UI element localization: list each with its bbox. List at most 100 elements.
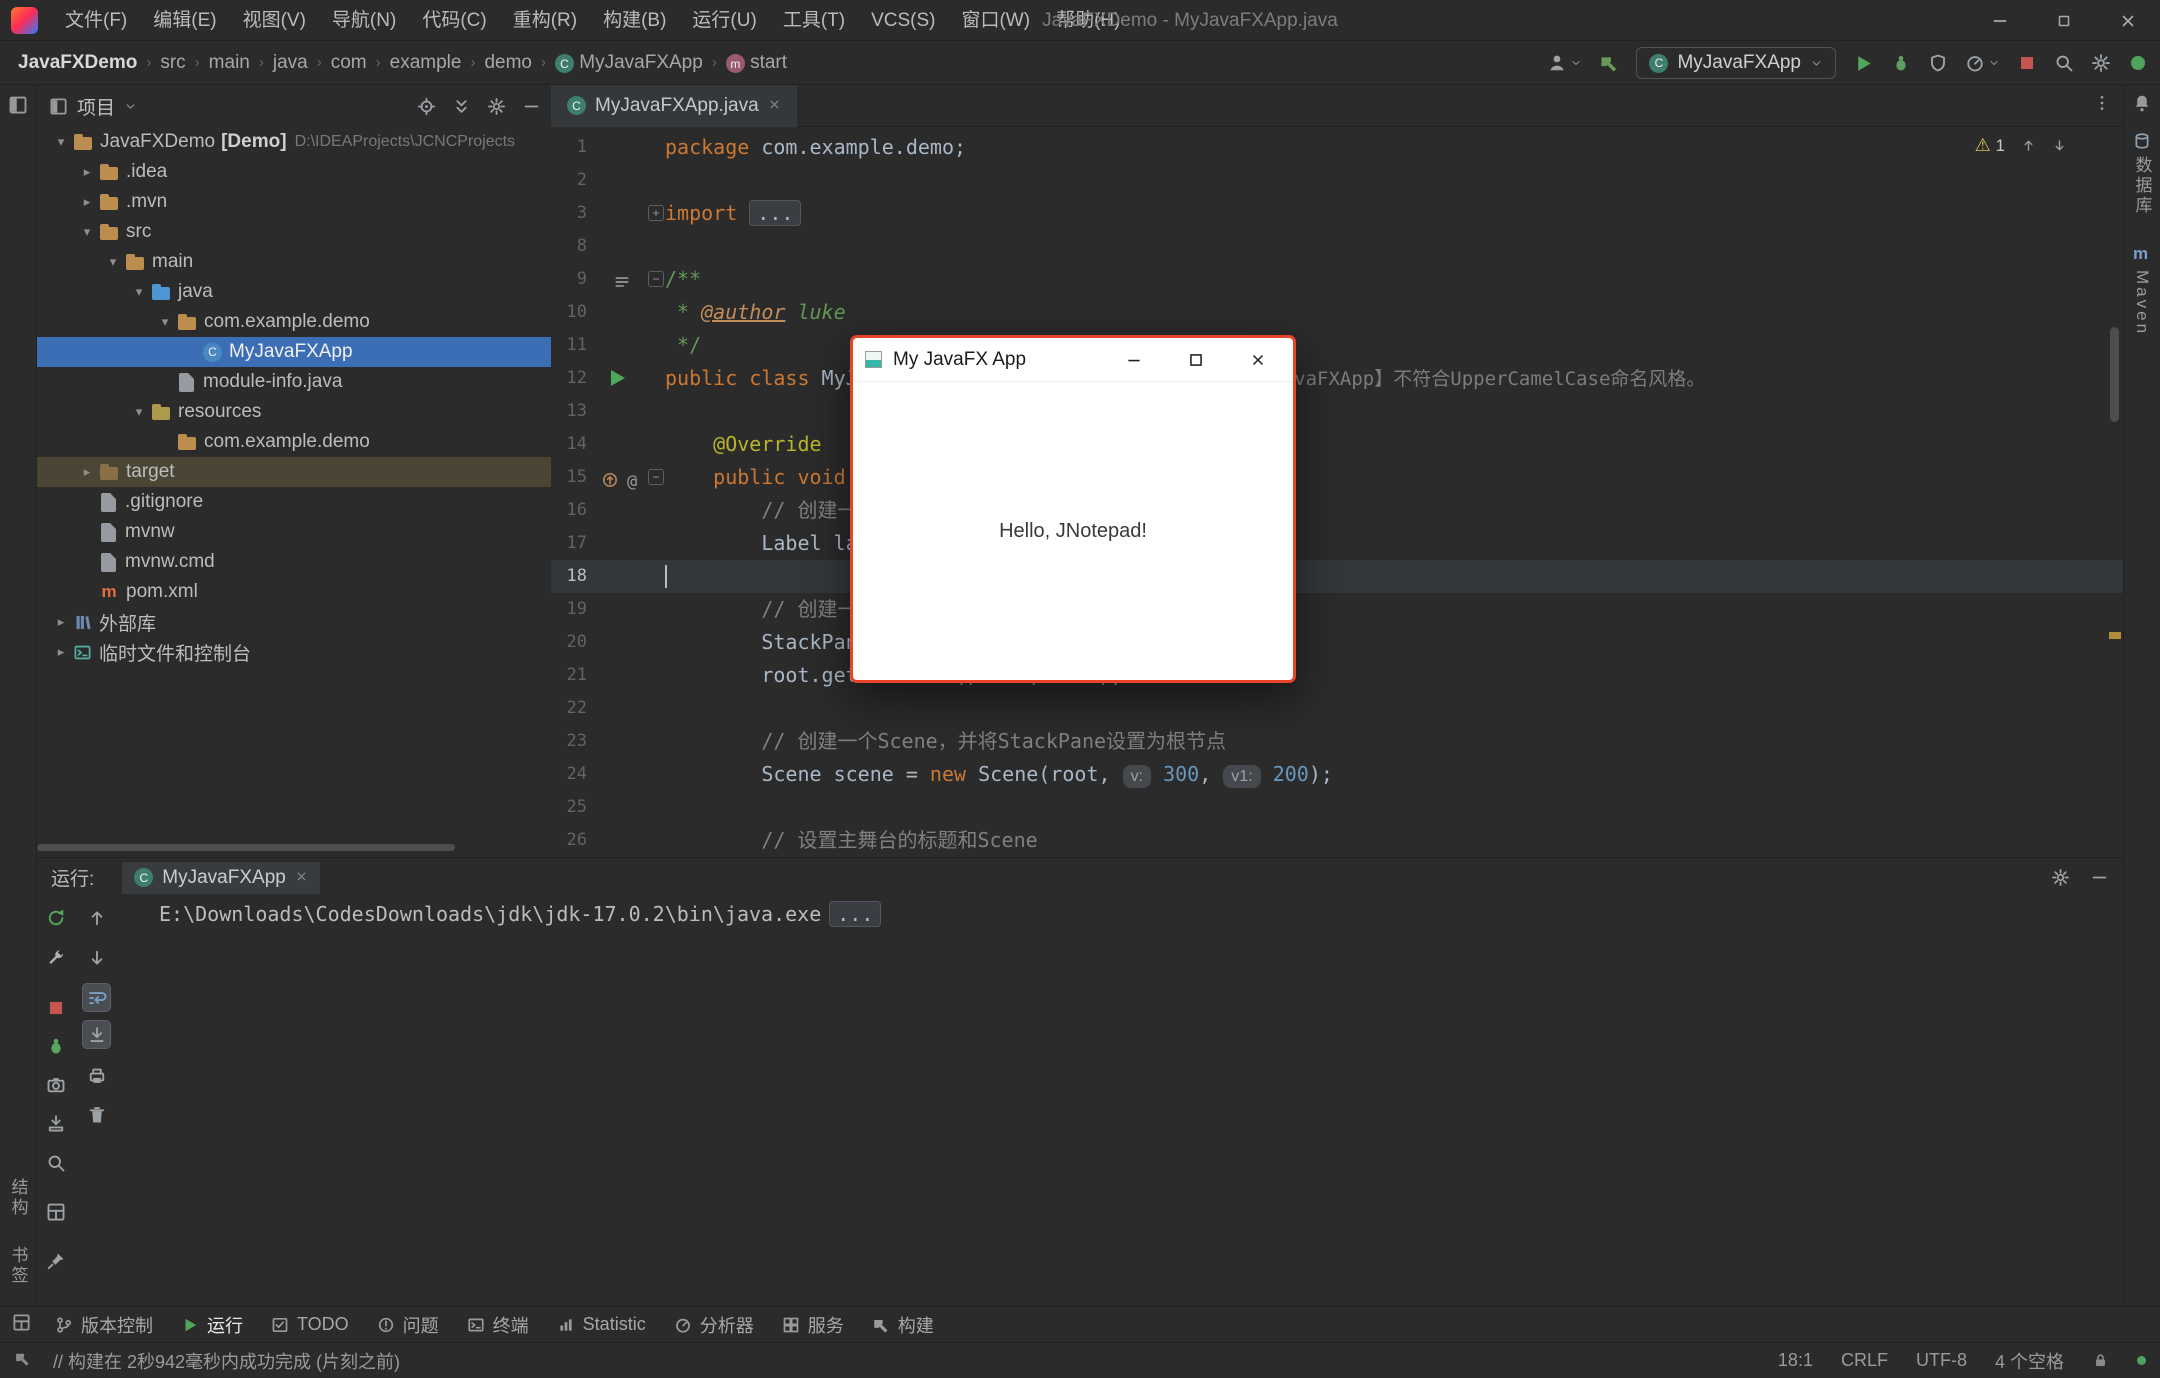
print-button[interactable] (83, 1062, 110, 1089)
next-occurrence-button[interactable] (83, 944, 110, 971)
tree-chevron-icon[interactable]: ▸ (49, 614, 73, 630)
tree-chevron-icon[interactable]: ▾ (101, 254, 125, 270)
tree-item-myjavafxapp[interactable]: CMyJavaFXApp (37, 337, 551, 367)
tree-chevron-icon[interactable]: ▾ (153, 314, 177, 330)
javafx-title-bar[interactable]: My JavaFX App (853, 338, 1293, 382)
structure-stripe-button[interactable]: 结构 (6, 1178, 31, 1218)
edit-run-configuration-button[interactable] (42, 944, 69, 971)
scroll-to-end-button[interactable] (83, 1021, 110, 1048)
inspections-widget[interactable]: ⚠ 1 (1975, 135, 2067, 156)
breadcrumb-item[interactable]: java (273, 52, 308, 74)
tree-item-target[interactable]: ▸target (37, 457, 551, 487)
debug-button[interactable] (1891, 53, 1911, 73)
tree-chevron-icon[interactable]: ▸ (75, 164, 99, 180)
tree-item-mvnw-cmd[interactable]: mvnw.cmd (37, 547, 551, 577)
run-config-dropdown-icon[interactable] (1810, 57, 1823, 70)
fold-marker[interactable]: − (648, 469, 664, 485)
restore-layout-button[interactable] (42, 1198, 69, 1225)
tool-window-button--[interactable]: 终端 (453, 1307, 543, 1343)
tree-item-pom-xml[interactable]: mpom.xml (37, 577, 551, 607)
user-dropdown-icon[interactable] (1570, 57, 1582, 69)
tree-item-com-example-demo[interactable]: ▾com.example.demo (37, 307, 551, 337)
notifications-button[interactable] (2132, 93, 2152, 113)
build-project-button[interactable] (1599, 53, 1619, 73)
tree-item-main[interactable]: ▾main (37, 247, 551, 277)
breadcrumb-item[interactable]: main (209, 52, 250, 74)
tool-window-button--[interactable]: 问题 (363, 1307, 453, 1343)
soft-wrap-button[interactable] (83, 984, 110, 1011)
breadcrumb-item[interactable]: JavaFXDemo (18, 52, 137, 74)
menu-build[interactable]: 构建(B) (590, 0, 679, 41)
indent-setting[interactable]: 4 个空格 (1995, 1348, 2064, 1374)
readonly-toggle-icon[interactable] (2092, 1352, 2109, 1369)
maven-stripe-button[interactable]: mMaven (2132, 244, 2152, 336)
minimize-window-button[interactable] (1968, 0, 2032, 41)
tree-chevron-icon[interactable]: ▾ (75, 224, 99, 240)
tool-window-layout-icon[interactable] (12, 1313, 31, 1332)
run-panel-settings-button[interactable] (2051, 868, 2070, 887)
tree-item--[interactable]: ▸临时文件和控制台 (37, 637, 551, 667)
menu-file[interactable]: 文件(F) (52, 0, 140, 41)
menu-refactor[interactable]: 重构(R) (500, 0, 590, 41)
settings-button[interactable] (2091, 53, 2111, 73)
stop-button[interactable] (2017, 53, 2037, 73)
console-folding[interactable]: ... (829, 901, 881, 927)
breadcrumb-item[interactable]: m start (726, 52, 787, 74)
run-tab-close-icon[interactable] (295, 867, 308, 889)
tool-window-button--[interactable]: 分析器 (660, 1307, 768, 1343)
profiler-button[interactable] (1965, 53, 1985, 73)
menu-run[interactable]: 运行(U) (679, 0, 769, 41)
close-window-button[interactable] (2096, 0, 2160, 41)
run-configuration-selector[interactable]: CMyJavaFXApp (1636, 47, 1836, 79)
javafx-app-window[interactable]: My JavaFX App Hello, JNotepad! (850, 335, 1296, 683)
line-ending[interactable]: CRLF (1841, 1350, 1888, 1371)
fold-marker[interactable]: + (648, 205, 664, 221)
tree-item-mvnw[interactable]: mvnw (37, 517, 551, 547)
tree-item-java[interactable]: ▾java (37, 277, 551, 307)
tab-options-icon[interactable] (2093, 94, 2111, 112)
menu-code[interactable]: 代码(C) (409, 0, 499, 41)
project-options-button[interactable] (487, 97, 506, 116)
tree-item-javafxdemo[interactable]: ▾JavaFXDemo[Demo]D:\IDEAProjects\JCNCPro… (37, 127, 551, 157)
javafx-minimize-button[interactable] (1103, 338, 1165, 382)
menu-vcs[interactable]: VCS(S) (858, 0, 948, 41)
menu-edit[interactable]: 编辑(E) (140, 0, 229, 41)
project-stripe-button[interactable] (8, 95, 28, 115)
breadcrumb-item[interactable]: C MyJavaFXApp (555, 52, 703, 74)
project-view-dropdown-icon[interactable] (124, 100, 137, 113)
status-message[interactable]: // 构建在 2秒942毫秒内成功完成 (片刻之前) (53, 1348, 400, 1374)
user-icon[interactable] (1547, 53, 1567, 73)
editor-scrollbar[interactable] (2110, 327, 2119, 422)
tree-chevron-icon[interactable]: ▸ (75, 194, 99, 210)
javafx-close-button[interactable] (1227, 338, 1289, 382)
prev-occurrence-button[interactable] (83, 904, 110, 931)
clear-console-button[interactable] (83, 1101, 110, 1128)
plugin-icon[interactable] (2128, 53, 2148, 73)
tool-window-button-todo[interactable]: TODO (257, 1307, 363, 1343)
stop-process-button[interactable] (42, 994, 69, 1021)
breadcrumb-item[interactable]: demo (484, 52, 532, 74)
breadcrumb-item[interactable]: com (331, 52, 367, 74)
tree-item-com-example-demo[interactable]: com.example.demo (37, 427, 551, 457)
idea-logo-icon[interactable] (11, 7, 38, 34)
rerun-button[interactable] (42, 904, 69, 931)
file-encoding[interactable]: UTF-8 (1916, 1350, 1967, 1371)
tab-close-icon[interactable] (768, 95, 781, 117)
caret-position[interactable]: 18:1 (1778, 1350, 1813, 1371)
tree-item--gitignore[interactable]: .gitignore (37, 487, 551, 517)
tree-item-src[interactable]: ▾src (37, 217, 551, 247)
run-line-icon[interactable] (611, 370, 625, 386)
database-stripe-button[interactable]: 数据库 (2130, 132, 2155, 216)
tree-item--mvn[interactable]: ▸.mvn (37, 187, 551, 217)
tree-chevron-icon[interactable]: ▾ (127, 404, 151, 420)
search-console-button[interactable] (42, 1149, 69, 1176)
maximize-window-button[interactable] (2032, 0, 2096, 41)
collapse-all-button[interactable] (452, 97, 471, 116)
breadcrumb-item[interactable]: example (390, 52, 462, 74)
editor-tab[interactable]: CMyJavaFXApp.java (551, 85, 797, 127)
menu-navigate[interactable]: 导航(N) (319, 0, 409, 41)
tree-item--idea[interactable]: ▸.idea (37, 157, 551, 187)
tree-chevron-icon[interactable]: ▾ (127, 284, 151, 300)
prev-problem-button[interactable] (2021, 138, 2036, 153)
tree-item--[interactable]: ▸外部库 (37, 607, 551, 637)
